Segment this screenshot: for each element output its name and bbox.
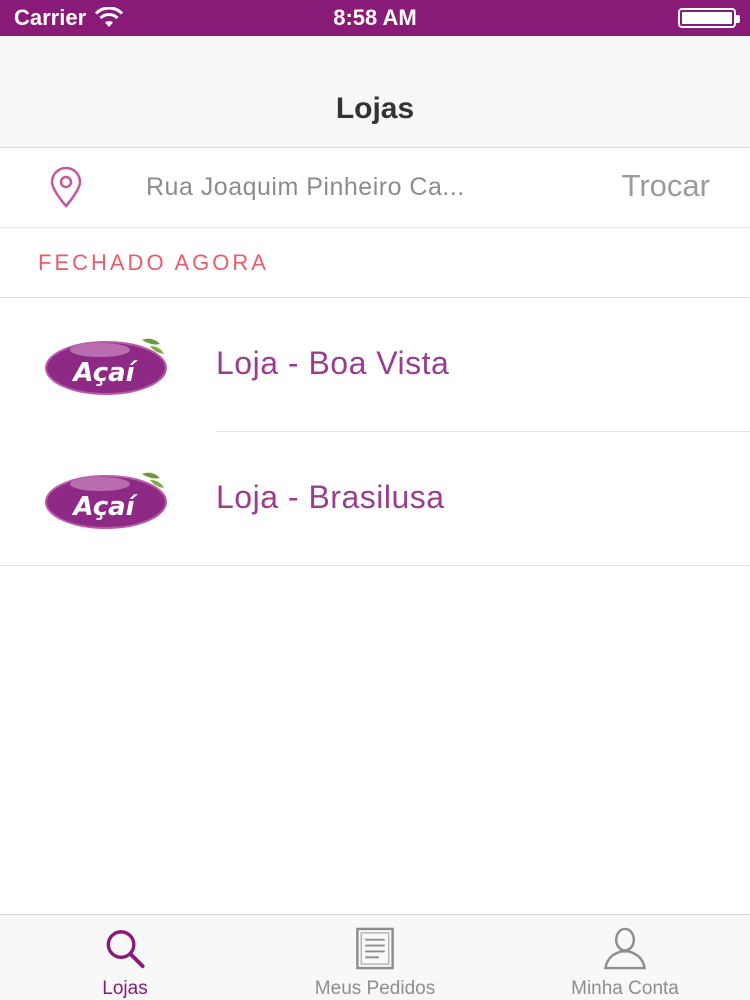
address-row[interactable]: Rua Joaquim Pinheiro Ca... Trocar <box>0 148 750 228</box>
search-icon <box>106 930 145 969</box>
section-header: FECHADO AGORA <box>0 228 750 298</box>
tab-label: Minha Conta <box>571 978 679 999</box>
page-title: Lojas <box>335 91 415 125</box>
store-row-brasilusa[interactable]: Açaí Loja - Brasilusa <box>0 432 750 566</box>
document-icon <box>356 927 394 970</box>
battery-level <box>682 12 732 24</box>
tab-label: Meus Pedidos <box>314 978 436 999</box>
nav-bar: Lojas <box>0 36 750 148</box>
acai-logo-icon: Açaí <box>45 338 167 395</box>
row-divider <box>0 565 750 566</box>
tab-label: Lojas <box>102 978 148 999</box>
change-address-button[interactable]: Trocar <box>622 168 710 204</box>
section-title: FECHADO AGORA <box>38 250 269 275</box>
tab-minha-conta[interactable]: Minha Conta <box>500 915 750 1000</box>
battery-icon <box>678 8 740 28</box>
tab-bar: Lojas Meus Pedidos Minha Conta <box>0 914 750 1000</box>
user-icon <box>603 927 647 970</box>
tab-meus-pedidos[interactable]: Meus Pedidos <box>250 915 500 1000</box>
carrier-label: Carrier <box>14 5 87 30</box>
store-name: Loja - Boa Vista <box>216 345 450 381</box>
store-name: Loja - Brasilusa <box>216 479 445 515</box>
store-list: Açaí Loja - Boa Vista Açaí Loja - Brasil… <box>0 298 750 566</box>
svg-text:Açaí: Açaí <box>71 492 138 522</box>
map-pin-icon <box>50 166 82 208</box>
svg-text:Açaí: Açaí <box>71 358 138 388</box>
acai-logo-icon: Açaí <box>45 472 167 529</box>
address-text: Rua Joaquim Pinheiro Ca... <box>146 173 465 201</box>
store-row-boa-vista[interactable]: Açaí Loja - Boa Vista <box>0 298 750 432</box>
wifi-icon <box>94 7 124 29</box>
tab-lojas[interactable]: Lojas <box>0 915 250 1000</box>
status-left: Carrier <box>14 5 124 31</box>
status-bar: Carrier 8:58 AM <box>0 0 750 36</box>
